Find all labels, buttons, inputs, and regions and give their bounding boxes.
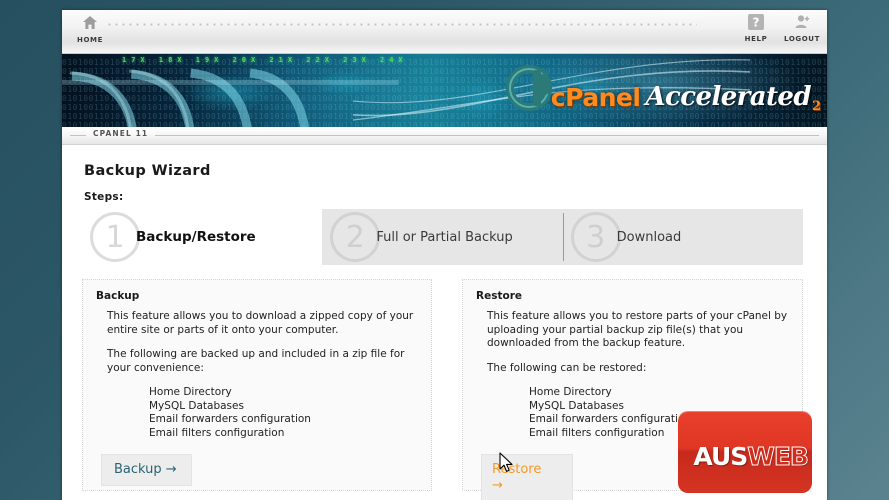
list-item: MySQL Databases	[149, 400, 421, 414]
house-icon	[66, 14, 114, 34]
wizard-step-3[interactable]: 3 Download	[563, 209, 803, 265]
wizard-step-2[interactable]: 2 Full or Partial Backup	[322, 209, 562, 265]
restore-paragraph-1: This feature allows you to restore parts…	[487, 310, 792, 351]
restore-button-label: Restore	[492, 462, 541, 477]
wizard-step-1[interactable]: 1 Backup/Restore	[82, 209, 322, 265]
ausweb-text-web: WEB	[747, 442, 808, 471]
tab-cpanel-11[interactable]: CPANEL 11	[86, 129, 155, 138]
list-item: Home Directory	[149, 386, 421, 400]
backup-panel: Backup This feature allows you to downlo…	[82, 279, 432, 491]
backup-button-label: Backup	[114, 462, 162, 477]
svg-text:?: ?	[753, 16, 760, 30]
top-navigation-bar: HOME ? HELP LOGOUT	[62, 10, 827, 54]
step-2-number: 2	[330, 212, 380, 262]
step-3-number: 3	[571, 212, 621, 262]
steps-label: Steps:	[84, 191, 807, 203]
help-button-label: HELP	[733, 35, 779, 43]
backup-items-list: Home Directory MySQL Databases Email for…	[149, 386, 421, 440]
step-1-number: 1	[90, 212, 140, 262]
step-1-label: Backup/Restore	[136, 229, 256, 245]
network-cables-graphic	[62, 60, 399, 127]
restore-panel-title: Restore	[476, 290, 792, 302]
logout-button-label: LOGOUT	[779, 35, 825, 43]
logout-button[interactable]: LOGOUT	[779, 13, 825, 43]
list-item: Email forwarders configuration	[149, 413, 421, 427]
cpanel-wordmark: cPanel	[551, 83, 641, 112]
question-mark-icon: ?	[733, 13, 779, 33]
cpanel-hero-banner: 0101001101010010101001011010010101001101…	[62, 54, 827, 127]
arrow-right-icon: →	[166, 462, 177, 477]
backup-paragraph-2: The following are backed up and included…	[107, 348, 421, 375]
cpanel-logo: cPanel Accelerated 2	[505, 58, 821, 122]
tab-rule	[70, 135, 819, 136]
restore-paragraph-2: The following can be restored:	[487, 362, 792, 376]
banner-numbers-overlay: 17X 18X 19X 20X 21X 22X 23X 24X	[122, 56, 408, 64]
cp-logo-icon	[505, 62, 561, 118]
help-button[interactable]: ? HELP	[733, 13, 779, 43]
person-icon	[779, 13, 825, 33]
backup-panel-title: Backup	[96, 290, 421, 302]
ausweb-text-aus: AUS	[693, 442, 747, 471]
dotted-divider	[106, 21, 697, 28]
wizard-steps: 1 Backup/Restore 2 Full or Partial Backu…	[82, 209, 803, 265]
backup-button[interactable]: Backup →	[101, 454, 192, 486]
ausweb-wordmark: AUSWEB	[693, 442, 808, 471]
backup-paragraph-1: This feature allows you to download a zi…	[107, 310, 421, 337]
arrow-right-icon: →	[492, 478, 558, 494]
restore-button[interactable]: Restore →	[481, 454, 573, 500]
list-item: Email filters configuration	[149, 427, 421, 441]
ausweb-watermark-logo: AUSWEB	[678, 411, 812, 493]
step-2-label: Full or Partial Backup	[376, 230, 512, 245]
list-item: Home Directory	[529, 386, 792, 400]
accelerated-wordmark: Accelerated	[645, 82, 810, 112]
version-subscript: 2	[812, 99, 821, 114]
home-button-label: HOME	[66, 36, 114, 44]
page-title: Backup Wizard	[84, 163, 807, 179]
step-3-label: Download	[617, 230, 682, 245]
cpanel-tab-strip: CPANEL 11	[62, 127, 827, 145]
home-button[interactable]: HOME	[66, 14, 114, 44]
